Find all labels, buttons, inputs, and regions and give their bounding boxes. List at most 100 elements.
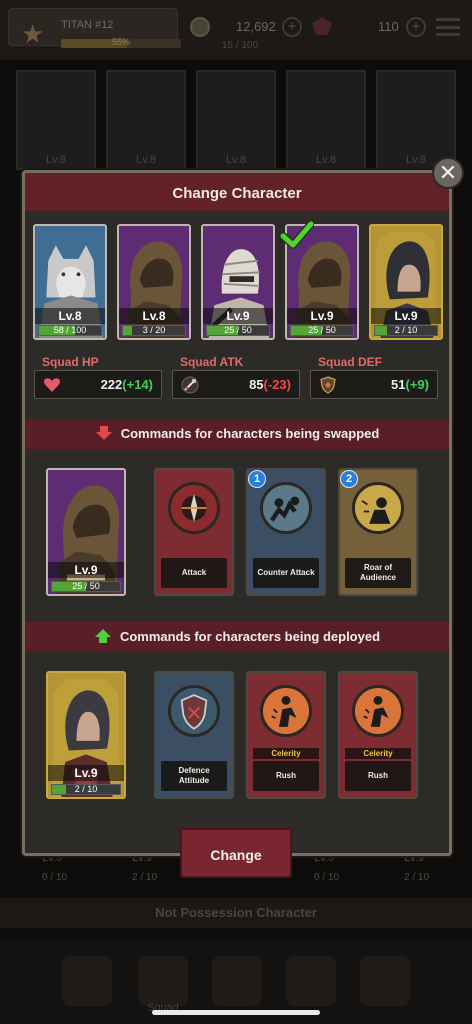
progress-text: 25 / 50	[224, 325, 252, 335]
exp-bar: 55%	[61, 37, 181, 48]
squad-character-card[interactable]: Lv.8 58 / 100	[33, 224, 107, 340]
squad-atk-value: 85	[249, 377, 264, 392]
swapped-section-header: Commands for characters being swapped	[25, 419, 449, 449]
character-progress: 3 / 20	[122, 325, 186, 336]
command-order-badge: 1	[248, 470, 266, 488]
command-attack-icon	[168, 482, 220, 534]
squad-atk-box: 85(-23)	[172, 370, 300, 399]
progress-text: 2 / 10	[74, 784, 98, 794]
command-roar-of-audience-icon	[352, 482, 404, 534]
progress-text: 2 / 10	[394, 325, 418, 335]
command-card-defence-attitude[interactable]: Defence Attitude	[154, 671, 234, 799]
squad-atk-delta: (-23)	[263, 377, 291, 392]
nav-arena-icon[interactable]	[360, 956, 410, 1006]
player-name: TITAN #12	[61, 19, 114, 31]
squad-hp-delta: (+14)	[122, 377, 153, 392]
bg-character-card: Lv.8	[376, 70, 456, 170]
command-tag: Celerity	[253, 748, 319, 759]
bg-character-card: Lv.8	[286, 70, 366, 170]
bg-character-card: Lv.8	[196, 70, 276, 170]
character-progress: 2 / 10	[374, 325, 438, 336]
command-label: Rush	[253, 761, 319, 791]
command-label: Defence Attitude	[161, 761, 227, 791]
coin-icon	[190, 17, 210, 37]
squad-atk-label: Squad ATK	[180, 355, 244, 369]
character-level: Lv.9	[203, 308, 273, 324]
squad-def-value: 51	[391, 377, 406, 392]
command-label: Attack	[161, 558, 227, 588]
bg-count: 0 / 10	[42, 872, 68, 883]
command-card-rush[interactable]: Celerity Rush	[338, 671, 418, 799]
squad-character-card[interactable]: Lv.9 2 / 10	[369, 224, 443, 340]
character-progress: 58 / 100	[38, 325, 102, 336]
command-tag: Celerity	[345, 748, 411, 759]
squad-hp-label: Squad HP	[42, 355, 99, 369]
nav-weapon-icon[interactable]	[286, 956, 336, 1006]
command-defence-attitude-icon	[168, 685, 220, 737]
character-level: Lv.8	[119, 308, 189, 324]
sword-icon	[181, 376, 199, 394]
squad-character-card[interactable]: Lv.9 25 / 50	[201, 224, 275, 340]
command-rush-icon	[260, 685, 312, 737]
dialog-title: Change Character	[172, 185, 302, 202]
command-label: Roar of Audience	[345, 558, 411, 588]
selected-check-icon	[280, 220, 314, 249]
command-card-rush[interactable]: Celerity Rush	[246, 671, 326, 799]
player-info[interactable]: ★ TITAN #12 55%	[8, 8, 181, 49]
deployed-section-header: Commands for characters being deployed	[25, 622, 449, 652]
bg-count: 2 / 10	[404, 872, 430, 883]
command-card-attack[interactable]: Attack	[154, 468, 234, 596]
character-progress: 25 / 50	[206, 325, 270, 336]
home-indicator[interactable]	[152, 1010, 320, 1015]
progress-text: 58 / 100	[53, 325, 87, 335]
shield-icon	[320, 376, 336, 394]
arrow-down-icon	[95, 426, 112, 440]
swapped-section-title: Commands for characters being swapped	[120, 426, 380, 441]
progress-text: 25 / 50	[72, 581, 100, 591]
squad-character-card[interactable]: Lv.8 3 / 20	[117, 224, 191, 340]
command-label: Rush	[345, 761, 411, 791]
squad-def-delta: (+9)	[405, 377, 429, 392]
deployed-character-card[interactable]: Lv.9 2 / 10	[46, 671, 126, 799]
character-level: Lv.8	[35, 308, 105, 324]
squad-def-label: Squad DEF	[318, 355, 383, 369]
menu-icon[interactable]	[436, 18, 460, 36]
bg-count: 2 / 10	[132, 872, 158, 883]
arrow-up-icon	[94, 629, 111, 643]
swapped-character-card[interactable]: Lv.9 25 / 50	[46, 468, 126, 596]
exp-text: 55%	[111, 37, 130, 47]
close-button[interactable]: ✕	[432, 157, 464, 189]
character-level: Lv.9	[287, 308, 357, 324]
command-label: Counter Attack	[253, 558, 319, 588]
heart-icon	[44, 378, 60, 392]
screen: ★ TITAN #12 55% 12,692 + 110 + 15 / 100 …	[0, 0, 472, 1024]
progress-text: 3 / 20	[142, 325, 166, 335]
change-button[interactable]: Change	[180, 828, 292, 878]
bg-character-card: Lv.8	[16, 70, 96, 170]
deployed-character-level: Lv.9	[48, 765, 124, 781]
progress-text: 25 / 50	[308, 325, 336, 335]
squad-hp-box: 222(+14)	[34, 370, 162, 399]
nav-squad-icon[interactable]	[138, 956, 188, 1006]
nav-shield-icon[interactable]	[212, 956, 262, 1006]
add-coin-button[interactable]: +	[282, 17, 302, 37]
character-level: Lv.9	[371, 308, 441, 324]
not-possession-header: Not Possession Character	[0, 898, 472, 928]
bg-character-card: Lv.8	[106, 70, 186, 170]
squad-hp-value: 222	[100, 377, 123, 392]
deployed-character-progress: 2 / 10	[51, 784, 121, 795]
bg-count: 15 / 100	[222, 40, 259, 51]
bg-count: 0 / 10	[314, 872, 340, 883]
deployed-section-title: Commands for characters being deployed	[119, 629, 381, 644]
add-gem-button[interactable]: +	[406, 17, 426, 37]
rank-star-icon: ★	[21, 19, 45, 49]
command-order-badge: 2	[340, 470, 358, 488]
swapped-character-progress: 25 / 50	[51, 581, 121, 592]
nav-shop-icon[interactable]	[62, 956, 112, 1006]
squad-def-box: 51(+9)	[310, 370, 438, 399]
command-rush-icon	[352, 685, 404, 737]
character-progress: 25 / 50	[290, 325, 354, 336]
swapped-character-level: Lv.9	[48, 562, 124, 578]
dialog-header: Change Character	[25, 173, 449, 211]
gem-value: 110	[378, 19, 399, 34]
